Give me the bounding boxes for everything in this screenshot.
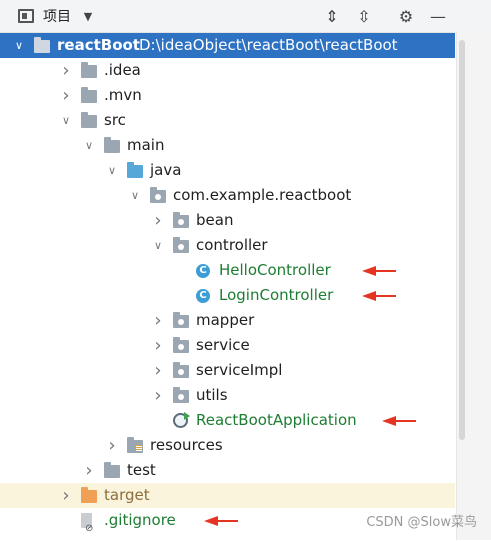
resources-folder-icon	[127, 437, 143, 453]
tree-item-label: reactBoot	[57, 36, 140, 54]
chevron-down-icon[interactable]: ∨	[82, 133, 96, 158]
chevron-right-icon[interactable]: ›	[59, 483, 73, 508]
gear-icon[interactable]: ⚙	[394, 0, 418, 32]
package-icon	[173, 212, 189, 228]
module-folder-icon	[34, 37, 50, 53]
tree-item-label: java	[150, 161, 182, 179]
tree-row-mapper[interactable]: › mapper	[0, 308, 455, 333]
spring-boot-app-icon	[173, 412, 190, 428]
tree-row-idea[interactable]: › .idea	[0, 58, 455, 83]
watermark: CSDN @Slow菜鸟	[366, 515, 477, 530]
tree-row-src[interactable]: ∨ src	[0, 108, 455, 133]
tree-row-utils[interactable]: › utils	[0, 383, 455, 408]
hide-panel-icon[interactable]: —	[426, 0, 450, 32]
tree-item-label: main	[127, 136, 165, 154]
tree-row-service[interactable]: › service	[0, 333, 455, 358]
tree-row-hello[interactable]: C HelloController	[0, 258, 455, 283]
chevron-down-icon[interactable]: ∨	[151, 233, 165, 258]
collapse-all-icon[interactable]: ⇳	[352, 0, 376, 32]
class-icon: C	[196, 289, 210, 303]
red-arrow-annotation	[382, 416, 416, 426]
project-toolbar: 项目 ▼ ⇕ ⇳ ⚙ —	[0, 0, 491, 33]
tree-item-label: test	[127, 461, 156, 479]
tree-row-pkg[interactable]: ∨ com.example.reactboot	[0, 183, 455, 208]
chevron-right-icon[interactable]: ›	[59, 83, 73, 108]
tree-row-root[interactable]: ∨ reactBoot D:\ideaObject\reactBoot\reactB…	[0, 33, 455, 58]
folder-icon	[81, 112, 97, 128]
package-icon	[150, 187, 166, 203]
tree-item-label: utils	[196, 386, 228, 404]
folder-icon	[81, 87, 97, 103]
tree-item-label: resources	[150, 436, 223, 454]
chevron-right-icon[interactable]: ›	[82, 458, 96, 483]
tree-row-java[interactable]: ∨ java	[0, 158, 455, 183]
tree-row-resources[interactable]: › resources	[0, 433, 455, 458]
chevron-right-icon[interactable]: ›	[151, 358, 165, 383]
tree-item-label: bean	[196, 211, 234, 229]
chevron-right-icon[interactable]: ›	[151, 383, 165, 408]
tree-item-label: service	[196, 336, 250, 354]
package-icon	[173, 312, 189, 328]
chevron-right-icon[interactable]: ›	[59, 58, 73, 83]
tree-row-serviceImpl[interactable]: › serviceImpl	[0, 358, 455, 383]
tree-item-label: src	[104, 111, 126, 129]
chevron-down-icon[interactable]: ∨	[105, 158, 119, 183]
tree-item-label: .gitignore	[104, 511, 176, 529]
tree-item-label: target	[104, 486, 150, 504]
package-icon	[173, 387, 189, 403]
tree-item-label: LoginController	[219, 286, 334, 304]
red-arrow-annotation	[204, 516, 238, 526]
view-dropdown-icon[interactable]: ▼	[80, 0, 96, 32]
scrollbar-thumb[interactable]	[459, 40, 465, 440]
expand-all-icon[interactable]: ⇕	[320, 0, 344, 32]
folder-icon	[81, 62, 97, 78]
tree-row-login[interactable]: C LoginController	[0, 283, 455, 308]
tree-item-label: serviceImpl	[196, 361, 283, 379]
folder-icon	[104, 462, 120, 478]
chevron-right-icon[interactable]: ›	[151, 308, 165, 333]
tree-row-bean[interactable]: › bean	[0, 208, 455, 233]
tree-row-target[interactable]: › target	[0, 483, 455, 508]
excluded-folder-icon	[81, 487, 97, 503]
package-icon	[173, 337, 189, 353]
package-icon	[173, 362, 189, 378]
tree-item-label: controller	[196, 236, 268, 254]
folder-icon	[104, 137, 120, 153]
package-icon	[173, 237, 189, 253]
tree-row-test[interactable]: › test	[0, 458, 455, 483]
tree-row-app[interactable]: ReactBootApplication	[0, 408, 455, 433]
chevron-right-icon[interactable]: ›	[151, 208, 165, 233]
red-arrow-annotation	[362, 291, 396, 301]
tree-item-label: com.example.reactboot	[173, 186, 352, 204]
tree-item-label: HelloController	[219, 261, 331, 279]
tree-item-label: ReactBootApplication	[196, 411, 357, 429]
vertical-scrollbar[interactable]	[456, 32, 491, 540]
chevron-right-icon[interactable]: ›	[151, 333, 165, 358]
tree-item-label: .mvn	[104, 86, 142, 104]
tree-item-label: mapper	[196, 311, 255, 329]
project-panel-icon[interactable]	[15, 0, 37, 32]
toolbar-title[interactable]: 项目	[43, 0, 71, 32]
chevron-right-icon[interactable]: ›	[105, 433, 119, 458]
chevron-down-icon[interactable]: ∨	[128, 183, 142, 208]
source-folder-icon	[127, 162, 143, 178]
ignored-file-icon	[81, 513, 93, 541]
class-icon: C	[196, 264, 210, 278]
red-arrow-annotation	[362, 266, 396, 276]
chevron-down-icon[interactable]: ∨	[12, 33, 26, 58]
tree-row-mvn[interactable]: › .mvn	[0, 83, 455, 108]
tree-row-main[interactable]: ∨ main	[0, 133, 455, 158]
tree-row-controller[interactable]: ∨ controller	[0, 233, 455, 258]
chevron-down-icon[interactable]: ∨	[59, 108, 73, 133]
module-path: D:\ideaObject\reactBoot\reactBoot	[139, 36, 398, 54]
tree-item-label: .idea	[104, 61, 141, 79]
